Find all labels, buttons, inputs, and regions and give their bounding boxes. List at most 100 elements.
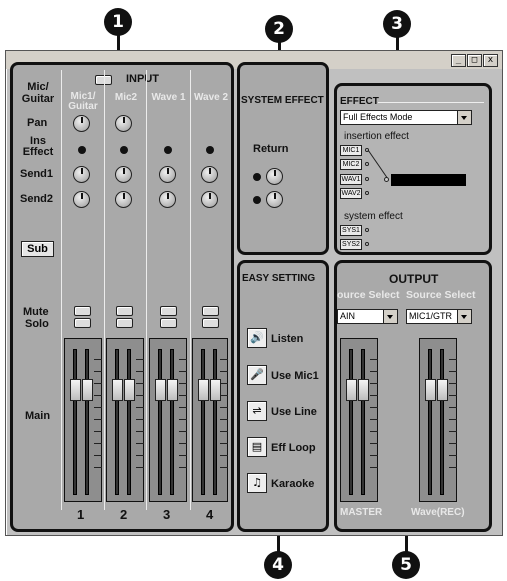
use-mic1-button[interactable]: 🎤 [247,365,267,385]
fader-cap[interactable] [425,379,436,401]
karaoke-icon: ♫ [252,476,262,489]
solo-button-3[interactable] [160,318,177,328]
return-indicator-1[interactable] [253,173,261,181]
effect-loop-icon: ▤ [251,440,263,453]
maximize-button[interactable]: □ [467,54,482,67]
master-fader[interactable] [340,338,378,502]
fader-cap[interactable] [198,379,209,401]
send2-knob-3[interactable] [159,191,176,208]
return-knob-1[interactable] [266,168,283,185]
callout-1: 1 [104,8,132,36]
chevron-down-icon [457,310,471,323]
row-label-solo: Solo [25,318,49,330]
use-line-button[interactable]: ⇌ [247,401,267,421]
fader-slot [73,349,77,495]
mute-button-2[interactable] [116,306,133,316]
insertion-radio-4[interactable] [365,191,369,195]
minimize-button[interactable]: _ [451,54,466,67]
return-label: Return [253,143,289,155]
eff-loop-label: Eff Loop [271,442,316,454]
insertion-source-mic1[interactable]: MIC1 [340,145,362,156]
fader-slot [201,349,205,495]
system-effect-title: SYSTEM EFFECT [241,95,324,106]
use-line-label: Use Line [271,406,317,418]
fader-cap[interactable] [346,379,357,401]
mute-button-3[interactable] [160,306,177,316]
return-indicator-2[interactable] [253,196,261,204]
master-source-dropdown[interactable]: AIN [337,309,398,324]
channel-name-2: Mic2 [114,92,138,103]
fader-cap[interactable] [124,379,135,401]
system-radio-2[interactable] [365,242,369,246]
use-mic1-label: Use Mic1 [271,370,319,382]
insertion-effect-display [391,174,466,186]
close-button[interactable]: x [483,54,498,67]
effect-mode-dropdown[interactable]: Full Effects Mode [340,110,472,125]
solo-button-1[interactable] [74,318,91,328]
wave-rec-source-dropdown[interactable]: MIC1/GTR [406,309,472,324]
insertion-source-wav2[interactable]: WAV2 [340,188,362,199]
send2-knob-4[interactable] [201,191,218,208]
channel-number-2: 2 [120,507,128,522]
send1-knob-1[interactable] [73,166,90,183]
fader-2[interactable] [106,338,144,502]
insertion-source-mic2[interactable]: MIC2 [340,159,362,170]
channel-number-1: 1 [77,507,85,522]
channel-number-4: 4 [206,507,214,522]
output-title: OUTPUT [389,272,439,286]
system-radio-1[interactable] [365,228,369,232]
fader-slot [158,349,162,495]
system-source-sys1[interactable]: SYS1 [340,225,362,236]
karaoke-button[interactable]: ♫ [247,473,267,493]
fader-3[interactable] [149,338,187,502]
fader-cap[interactable] [155,379,166,401]
fader-1[interactable] [64,338,102,502]
wave-rec-source-value: MIC1/GTR [409,311,453,321]
fader-cap[interactable] [112,379,123,401]
callout-4: 4 [264,551,292,579]
ins-effect-indicator-1[interactable] [78,146,86,154]
fader-cap[interactable] [437,379,448,401]
send1-knob-4[interactable] [201,166,218,183]
ins-effect-indicator-3[interactable] [164,146,172,154]
fader-cap[interactable] [358,379,369,401]
effect-mode-value: Full Effects Mode [343,112,413,122]
pan-knob-2[interactable] [115,115,132,132]
fader-slot [127,349,131,495]
system-effect-label: system effect [344,211,403,222]
master-source-value: AIN [340,311,356,321]
speaker-icon: 🔊 [250,331,264,344]
system-source-sys2[interactable]: SYS2 [340,239,362,250]
send2-knob-2[interactable] [115,191,132,208]
wave-rec-fader[interactable] [419,338,457,502]
eff-loop-button[interactable]: ▤ [247,437,267,457]
callout-3: 3 [383,10,411,38]
channel-name-4: Wave 2 [193,92,229,103]
fader-cap[interactable] [167,379,178,401]
fader-cap[interactable] [82,379,93,401]
return-knob-2[interactable] [266,191,283,208]
callout-2: 2 [265,15,293,43]
fader-slot [349,349,353,495]
master-fader-label: MASTER [340,507,383,518]
pan-knob-1[interactable] [73,115,90,132]
fader-scale [94,359,102,479]
fader-4[interactable] [192,338,228,502]
sub-button[interactable]: Sub [21,241,54,257]
chevron-down-icon [383,310,397,323]
ins-effect-indicator-2[interactable] [120,146,128,154]
send1-knob-2[interactable] [115,166,132,183]
fader-cap[interactable] [70,379,81,401]
easy-setting-title: EASY SETTING [242,273,316,284]
solo-button-4[interactable] [202,318,219,328]
solo-button-2[interactable] [116,318,133,328]
send2-knob-1[interactable] [73,191,90,208]
insertion-source-wav1[interactable]: WAV1 [340,174,362,185]
mute-button-4[interactable] [202,306,219,316]
listen-button[interactable]: 🔊 [247,328,267,348]
row-label-ins-effect: Ins Effect [22,135,54,158]
send1-knob-3[interactable] [159,166,176,183]
mute-button-1[interactable] [74,306,91,316]
insertion-effect-node[interactable] [384,177,389,182]
ins-effect-indicator-4[interactable] [206,146,214,154]
